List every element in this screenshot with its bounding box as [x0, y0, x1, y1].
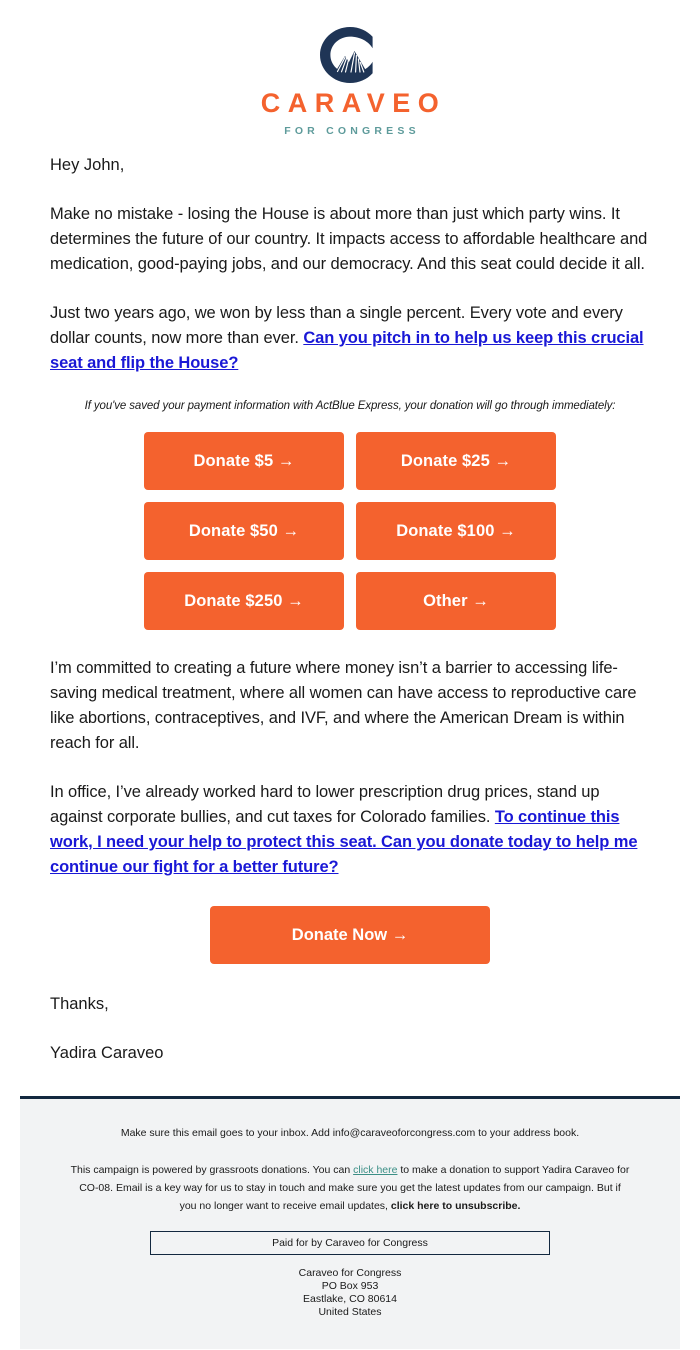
paid-for-disclosure: Paid for by Caraveo for Congress: [150, 1231, 550, 1255]
paragraph-4: In office, I’ve already worked hard to l…: [50, 780, 650, 880]
logo-tagline: FOR CONGRESS: [284, 125, 420, 137]
address-line-4: United States: [318, 1306, 382, 1318]
email-content: Hey John, Make no mistake - losing the H…: [0, 153, 700, 1066]
email-body: CARAVEO FOR CONGRESS Hey John, Make no m…: [0, 0, 700, 1350]
paragraph-3: I’m committed to creating a future where…: [50, 659, 637, 752]
colorado-c-mountain-logo-icon: [319, 27, 373, 83]
unsubscribe-link[interactable]: click here to unsubscribe.: [391, 1200, 521, 1212]
donate-button-other[interactable]: Other →: [356, 572, 556, 630]
donate-now-button[interactable]: Donate Now →: [210, 906, 490, 964]
email-header: CARAVEO FOR CONGRESS: [0, 0, 700, 153]
donate-now-container: Donate Now →: [50, 906, 650, 964]
paragraph-2: Just two years ago, we won by less than …: [50, 301, 650, 376]
address-line-1: Caraveo for Congress: [298, 1267, 402, 1279]
donate-button-100[interactable]: Donate $100 →: [356, 502, 556, 560]
greeting-text: Hey John,: [50, 156, 125, 174]
donate-button-25[interactable]: Donate $25 →: [356, 432, 556, 490]
actblue-express-note: If you've saved your payment information…: [84, 400, 616, 412]
donate-button-50[interactable]: Donate $50 →: [144, 502, 344, 560]
footer-disclaimer: This campaign is powered by grassroots d…: [60, 1161, 640, 1215]
donate-button-250[interactable]: Donate $250 →: [144, 572, 344, 630]
address-line-2: PO Box 953: [321, 1280, 379, 1292]
logo-wordmark: CARAVEO: [260, 88, 447, 118]
mailing-address: Caraveo for Congress PO Box 953 Eastlake…: [60, 1267, 640, 1319]
inbox-notice: Make sure this email goes to your inbox.…: [120, 1127, 580, 1139]
paragraph-1: Make no mistake - losing the House is ab…: [50, 205, 648, 273]
sign-off-text: Thanks,: [50, 995, 109, 1013]
brand-logo[interactable]: CARAVEO FOR CONGRESS: [254, 26, 447, 137]
signature-name: Yadira Caraveo: [50, 1044, 164, 1062]
email-footer: Make sure this email goes to your inbox.…: [20, 1096, 680, 1349]
address-line-3: Eastlake, CO 80614: [303, 1293, 397, 1305]
donation-amount-grid: Donate $5 → Donate $25 → Donate $50 → Do…: [50, 432, 650, 630]
donate-button-5[interactable]: Donate $5 →: [144, 432, 344, 490]
donate-click-here-link[interactable]: click here: [353, 1164, 397, 1176]
disclaimer-part-1: This campaign is powered by grassroots d…: [70, 1164, 354, 1176]
